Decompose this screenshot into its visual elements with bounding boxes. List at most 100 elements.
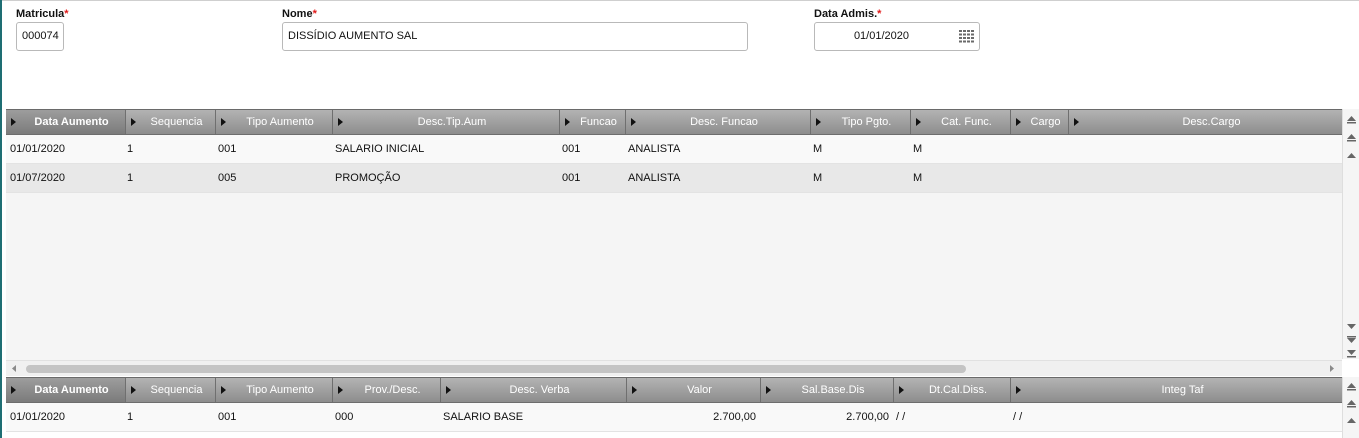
column-label: Tipo Aumento xyxy=(246,384,314,396)
cell-cat-func: M xyxy=(913,172,923,184)
column-header-cat-func[interactable]: Cat. Func. xyxy=(910,110,1010,134)
column-sort-arrow-icon xyxy=(1016,386,1021,394)
cell-tipo-aumento: 005 xyxy=(218,172,237,184)
column-label: Sequencia xyxy=(150,384,203,396)
cell-sequencia: 1 xyxy=(127,411,134,423)
scroll-up-icon[interactable] xyxy=(1346,416,1357,427)
column-label: Funcao xyxy=(580,116,617,128)
cell-prov-desc: 000 xyxy=(335,411,354,423)
scroll-up-icon[interactable] xyxy=(1346,398,1357,409)
scroll-up-icon[interactable] xyxy=(1346,132,1357,143)
column-label: Desc.Cargo xyxy=(1182,116,1241,128)
cell-tipo-pgto: M xyxy=(813,143,823,155)
table-row[interactable]: 01/01/2020 1 001 SALARIO INICIAL 001 ANA… xyxy=(6,135,1342,164)
data-admis-value: 01/01/2020 xyxy=(853,30,909,42)
column-sort-arrow-icon xyxy=(899,386,904,394)
column-sort-arrow-icon xyxy=(338,386,343,394)
grid-header: Data Aumento Sequencia Tipo Aumento Desc… xyxy=(6,109,1342,135)
column-header-funcao[interactable]: Funcao xyxy=(559,110,625,134)
column-header-tipo-aumento[interactable]: Tipo Aumento xyxy=(215,110,332,134)
column-header-tipo-aumento[interactable]: Tipo Aumento xyxy=(215,378,332,402)
grid2-vertical-scrollbar[interactable] xyxy=(1342,377,1359,438)
column-sort-arrow-icon xyxy=(446,386,451,394)
cell-data-aumento: 01/01/2020 xyxy=(10,143,66,155)
cell-integ-taf: / / xyxy=(1013,411,1023,423)
scroll-down-icon[interactable] xyxy=(1346,321,1357,332)
column-header-valor[interactable]: Valor xyxy=(626,378,760,402)
data-admis-field[interactable]: 01/01/2020 xyxy=(814,22,980,51)
column-sort-arrow-icon xyxy=(221,386,226,394)
nome-field[interactable]: DISSÍDIO AUMENTO SAL xyxy=(282,22,748,51)
column-label: Data Aumento xyxy=(34,384,109,396)
column-header-data-aumento[interactable]: Data Aumento xyxy=(6,110,125,134)
column-label: Tipo Aumento xyxy=(246,116,314,128)
scroll-up-icon[interactable] xyxy=(1346,151,1357,162)
cell-desc-tip-aum: PROMOÇÃO xyxy=(335,172,401,184)
top-border xyxy=(0,0,1359,1)
grid1-horizontal-scrollbar[interactable] xyxy=(6,360,1342,376)
column-header-tipo-pgto[interactable]: Tipo Pgto. xyxy=(810,110,910,134)
column-label: Cat. Func. xyxy=(941,116,992,128)
column-header-sequencia[interactable]: Sequencia xyxy=(125,110,215,134)
scroll-top-icon[interactable] xyxy=(1346,114,1357,125)
cell-sequencia: 1 xyxy=(127,172,134,184)
matricula-field[interactable]: 000074 xyxy=(16,22,64,51)
column-label: Desc. Verba xyxy=(509,384,570,396)
column-sort-arrow-icon xyxy=(1074,118,1079,126)
column-sort-arrow-icon xyxy=(916,118,921,126)
cell-valor: 2.700,00 xyxy=(713,411,756,423)
cell-tipo-aumento: 001 xyxy=(218,143,237,155)
cell-desc-funcao: ANALISTA xyxy=(628,143,681,155)
grid1-vertical-scrollbar[interactable] xyxy=(1342,109,1359,359)
column-header-desc-verba[interactable]: Desc. Verba xyxy=(440,378,626,402)
column-header-desc-tip-aum[interactable]: Desc.Tip.Aum xyxy=(332,110,559,134)
column-sort-arrow-icon xyxy=(631,118,636,126)
table-row[interactable]: 01/01/2020 1 001 000 SALARIO BASE 2.700,… xyxy=(6,403,1342,432)
column-sort-arrow-icon xyxy=(11,118,16,126)
cell-sequencia: 1 xyxy=(127,143,134,155)
column-label: Dt.Cal.Diss. xyxy=(928,384,988,396)
column-header-sequencia[interactable]: Sequencia xyxy=(125,378,215,402)
cell-desc-verba: SALARIO BASE xyxy=(443,411,524,423)
scroll-bottom-icon[interactable] xyxy=(1346,347,1357,358)
column-sort-arrow-icon xyxy=(11,386,16,394)
column-sort-arrow-icon xyxy=(565,118,570,126)
matricula-label-text: Matricula xyxy=(16,8,65,20)
column-header-dt-cal-diss[interactable]: Dt.Cal.Diss. xyxy=(893,378,1010,402)
column-label: Desc. Funcao xyxy=(690,116,758,128)
data-admis-label-text: Data Admis. xyxy=(814,8,878,20)
table-row[interactable]: 01/07/2020 1 005 PROMOÇÃO 001 ANALISTA M… xyxy=(6,164,1342,193)
left-accent-border xyxy=(0,0,2,438)
column-header-cargo[interactable]: Cargo xyxy=(1010,110,1068,134)
cell-desc-funcao: ANALISTA xyxy=(628,172,681,184)
column-header-prov-desc[interactable]: Prov./Desc. xyxy=(332,378,440,402)
data-admis-label: Data Admis.* xyxy=(814,8,881,20)
nome-label-text: Nome xyxy=(282,8,313,20)
horizontal-scroll-thumb[interactable] xyxy=(26,365,966,373)
column-sort-arrow-icon xyxy=(1016,118,1021,126)
calendar-icon[interactable] xyxy=(959,30,974,43)
column-sort-arrow-icon xyxy=(131,118,136,126)
column-label: Desc.Tip.Aum xyxy=(417,116,487,128)
column-sort-arrow-icon xyxy=(131,386,136,394)
cell-desc-tip-aum: SALARIO INICIAL xyxy=(335,143,425,155)
matricula-label: Matricula* xyxy=(16,8,69,20)
cell-tipo-aumento: 001 xyxy=(218,411,237,423)
column-label: Tipo Pgto. xyxy=(841,116,892,128)
grid-empty-area xyxy=(6,193,1342,360)
cell-data-aumento: 01/01/2020 xyxy=(10,411,66,423)
grid-header: Data Aumento Sequencia Tipo Aumento Prov… xyxy=(6,377,1342,403)
column-header-desc-cargo[interactable]: Desc.Cargo xyxy=(1068,110,1342,134)
scroll-right-icon[interactable] xyxy=(1327,364,1336,373)
scroll-down-icon[interactable] xyxy=(1346,335,1357,346)
cell-cat-func: M xyxy=(913,143,923,155)
column-header-data-aumento[interactable]: Data Aumento xyxy=(6,378,125,402)
scroll-left-icon[interactable] xyxy=(10,364,19,373)
scroll-top-icon[interactable] xyxy=(1346,381,1357,392)
column-sort-arrow-icon xyxy=(766,386,771,394)
column-sort-arrow-icon xyxy=(632,386,637,394)
column-label: Sal.Base.Dis xyxy=(801,384,865,396)
column-header-sal-base-dis[interactable]: Sal.Base.Dis xyxy=(760,378,893,402)
column-header-integ-taf[interactable]: Integ Taf xyxy=(1010,378,1342,402)
column-header-desc-funcao[interactable]: Desc. Funcao xyxy=(625,110,810,134)
